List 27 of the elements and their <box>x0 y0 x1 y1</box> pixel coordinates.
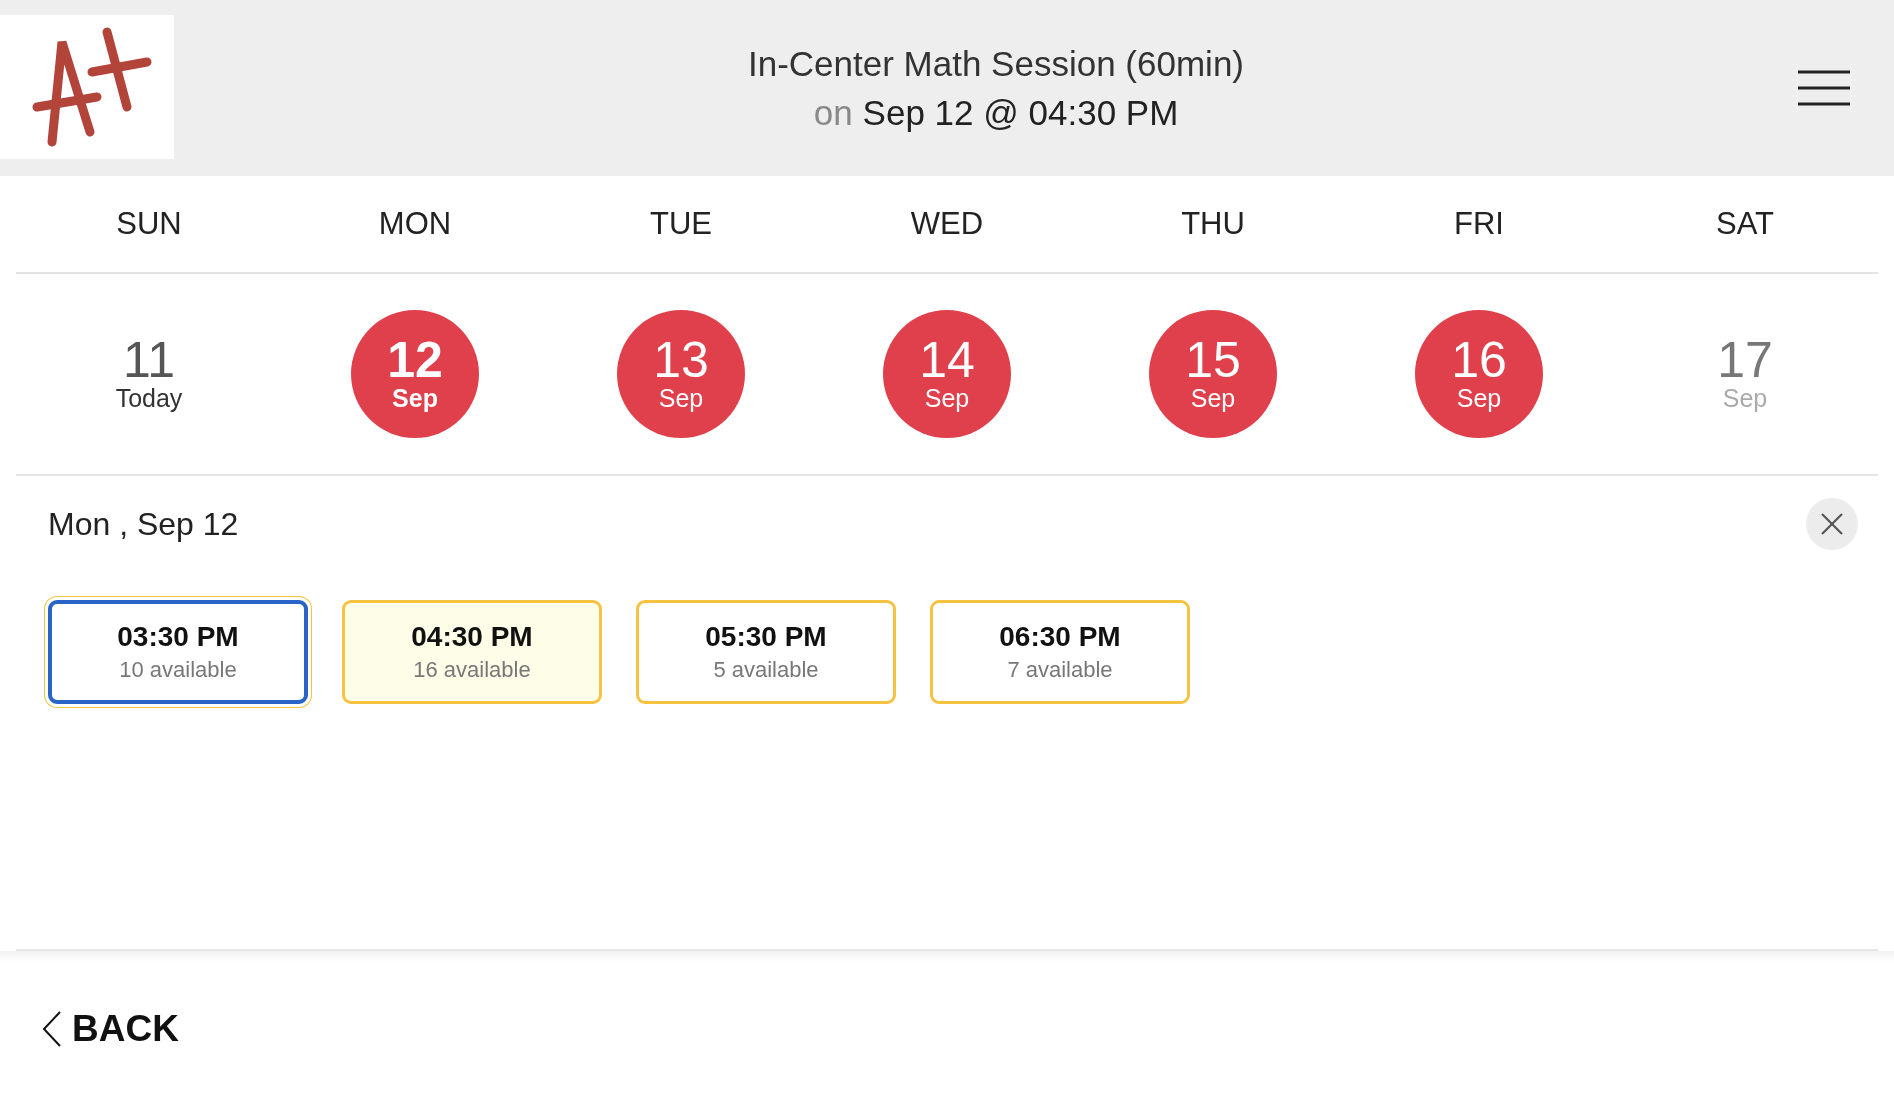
time-slot[interactable]: 04:30 PM 16 available <box>342 600 602 704</box>
time-slot[interactable]: 05:30 PM 5 available <box>636 600 896 704</box>
weekday-label: TUE <box>650 206 712 242</box>
weekday-label: THU <box>1181 206 1245 242</box>
session-title: In-Center Math Session (60min) <box>746 43 1245 85</box>
date-button[interactable]: 16 Sep <box>1415 310 1543 438</box>
weekday-label: MON <box>378 206 452 242</box>
date-button[interactable]: 12 Sep <box>351 310 479 438</box>
session-time: Sep 12 @ 04:30 PM <box>862 93 1179 132</box>
weekday-label: FRI <box>1454 206 1504 242</box>
subtitle-prefix: on <box>813 93 853 132</box>
date-button[interactable]: 17 Sep <box>1681 310 1809 438</box>
weekday-label: SUN <box>116 206 182 242</box>
close-button[interactable] <box>1806 498 1858 550</box>
time-slot[interactable]: 06:30 PM 7 available <box>930 600 1190 704</box>
close-icon <box>1821 513 1843 535</box>
chevron-left-icon <box>42 1010 62 1047</box>
date-button[interactable]: 13 Sep <box>617 310 745 438</box>
selected-date: Mon , Sep 12 <box>48 505 239 543</box>
date-button[interactable]: 15 Sep <box>1149 310 1277 438</box>
weekday-label: WED <box>910 206 984 242</box>
date-button[interactable]: 14 Sep <box>883 310 1011 438</box>
weekday-label: SAT <box>1716 206 1774 242</box>
back-button[interactable]: BACK <box>42 1007 179 1050</box>
date-button[interactable]: 11 Today <box>85 310 213 438</box>
menu-icon <box>1798 70 1850 106</box>
menu-button[interactable] <box>1798 70 1850 106</box>
